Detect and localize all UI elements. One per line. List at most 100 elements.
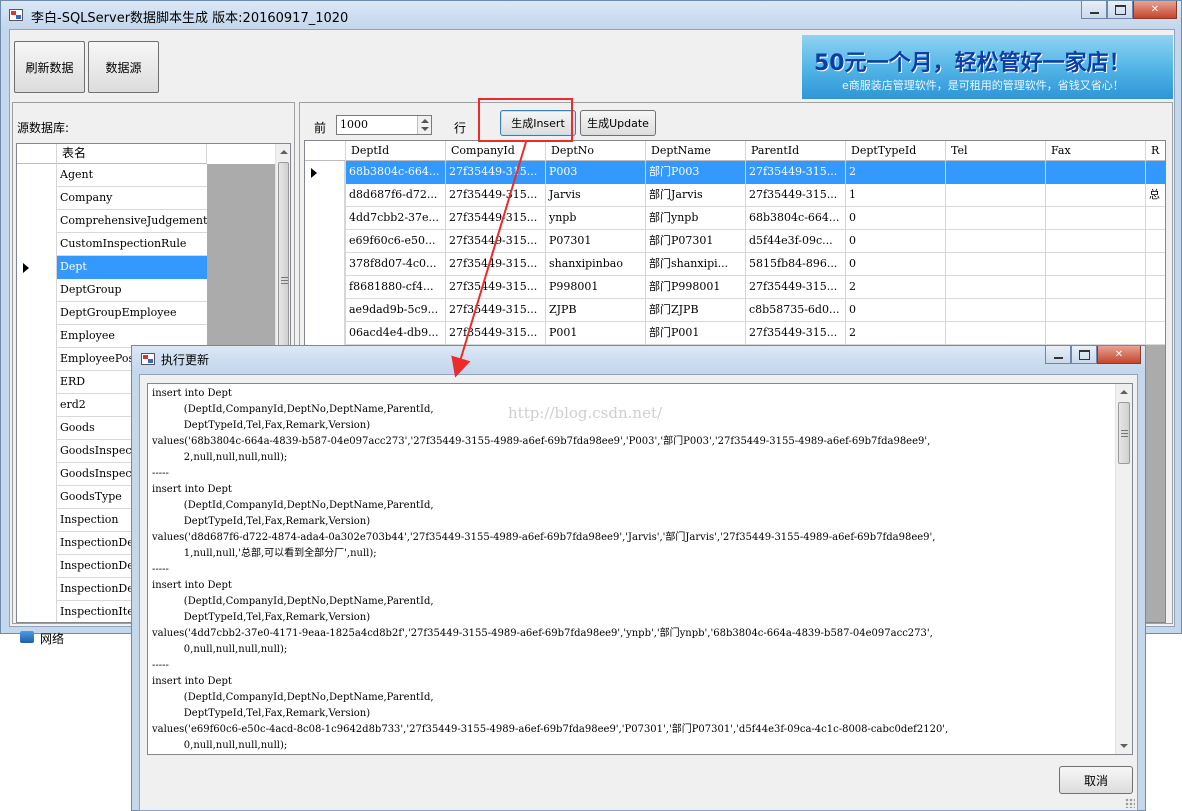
grid-cell[interactable]: ae9dad9b-5c9... — [345, 299, 445, 322]
column-header-companyid[interactable]: CompanyId — [445, 141, 545, 161]
grid-cell[interactable]: 4dd7cbb2-37e... — [345, 207, 445, 230]
grid-cell[interactable] — [945, 207, 1045, 230]
row-header[interactable] — [17, 256, 57, 279]
grid-cell[interactable]: 部门P003 — [645, 161, 745, 184]
column-header-deptid[interactable]: DeptId — [345, 141, 445, 161]
sql-script-text[interactable]: insert into Dept (DeptId,CompanyId,DeptN… — [152, 386, 1112, 754]
grid-cell[interactable] — [1045, 322, 1145, 345]
grid-cell[interactable] — [1045, 230, 1145, 253]
refresh-data-button[interactable]: 刷新数据 — [14, 41, 85, 93]
grid-cell[interactable] — [1145, 161, 1165, 184]
table-list-item[interactable]: ComprehensiveJudgement — [17, 210, 207, 233]
grid-cell[interactable]: 27f35449-315... — [445, 207, 545, 230]
grid-cell[interactable] — [1145, 207, 1165, 230]
grid-cell[interactable]: 378f8d07-4c0... — [345, 253, 445, 276]
grid-cell[interactable] — [945, 161, 1045, 184]
dialog-close-button[interactable]: ✕ — [1097, 346, 1141, 364]
grid-cell[interactable]: d8d687f6-d72... — [345, 184, 445, 207]
row-header[interactable] — [17, 578, 57, 601]
row-header[interactable] — [17, 532, 57, 555]
grid-cell[interactable] — [1045, 253, 1145, 276]
row-header[interactable] — [17, 440, 57, 463]
row-header[interactable] — [17, 509, 57, 532]
table-row[interactable]: 06acd4e4-db9... 27f35449-315... P001 部门P001… — [305, 322, 1165, 345]
table-name-cell[interactable]: Company — [57, 187, 207, 210]
grid-cell[interactable] — [945, 230, 1045, 253]
sql-scroll-up-arrow[interactable] — [1116, 384, 1132, 400]
row-header[interactable] — [305, 207, 345, 230]
row-header[interactable] — [17, 164, 57, 187]
grid-cell[interactable]: 2 — [845, 322, 945, 345]
table-name-cell[interactable]: Dept — [57, 256, 207, 279]
table-name-cell[interactable]: DeptGroup — [57, 279, 207, 302]
grid-cell[interactable]: 1 — [845, 184, 945, 207]
grid-cell[interactable]: P998001 — [545, 276, 645, 299]
column-header-depttypeid[interactable]: DeptTypeId — [845, 141, 945, 161]
grid-cell[interactable]: f8681880-cf4... — [345, 276, 445, 299]
table-list-item[interactable]: DeptGroupEmployee — [17, 302, 207, 325]
minimize-button[interactable] — [1081, 1, 1107, 19]
column-header-tel[interactable]: Tel — [945, 141, 1045, 161]
close-button[interactable]: ✕ — [1133, 1, 1177, 19]
row-header[interactable] — [17, 417, 57, 440]
table-row[interactable]: 68b3804c-664... 27f35449-315... P003 部门P003… — [305, 161, 1165, 184]
grid-cell[interactable] — [1145, 322, 1165, 345]
row-header[interactable] — [305, 184, 345, 207]
grid-cell[interactable]: P001 — [545, 322, 645, 345]
grid-cell[interactable]: 2 — [845, 276, 945, 299]
grid-cell[interactable]: 2 — [845, 161, 945, 184]
row-header[interactable] — [305, 322, 345, 345]
row-header[interactable] — [17, 187, 57, 210]
row-header[interactable] — [17, 601, 57, 622]
sql-scroll-down-arrow[interactable] — [1116, 738, 1132, 754]
row-header[interactable] — [17, 325, 57, 348]
grid-cell[interactable]: 27f35449-315... — [445, 230, 545, 253]
ad-banner[interactable]: 50元一个月，轻松管好一家店！ e商服装店管理软件，是可租用的管理软件，省钱又省… — [802, 35, 1173, 99]
sql-output-textarea[interactable]: insert into Dept (DeptId,CompanyId,DeptN… — [147, 383, 1133, 755]
main-titlebar[interactable]: 李白-SQLServer数据脚本生成 版本:20160917_1020 ✕ — [1, 1, 1181, 29]
row-header[interactable] — [17, 486, 57, 509]
table-name-cell[interactable]: DeptGroupEmployee — [57, 302, 207, 325]
grid-cell[interactable]: 27f35449-315... — [745, 184, 845, 207]
grid-cell[interactable]: 部门shanxipi... — [645, 253, 745, 276]
row-header[interactable] — [305, 253, 345, 276]
grid-cell[interactable] — [1145, 230, 1165, 253]
column-header-r[interactable]: R — [1145, 141, 1165, 161]
grid-cell[interactable] — [1045, 299, 1145, 322]
grid-cell[interactable]: 部门ynpb — [645, 207, 745, 230]
row-header[interactable] — [305, 161, 345, 184]
row-header[interactable] — [17, 210, 57, 233]
row-header[interactable] — [305, 230, 345, 253]
grid-cell[interactable]: c8b58735-6d0... — [745, 299, 845, 322]
dialog-maximize-button[interactable] — [1071, 346, 1097, 364]
grid-cell[interactable] — [1045, 184, 1145, 207]
column-header-table-name[interactable]: 表名 — [57, 144, 207, 164]
datasource-button[interactable]: 数据源 — [88, 41, 159, 93]
table-list-item[interactable]: DeptGroup — [17, 279, 207, 302]
row-header[interactable] — [17, 394, 57, 417]
table-list-item[interactable]: CustomInspectionRule — [17, 233, 207, 256]
grid-cell[interactable]: 68b3804c-664... — [745, 207, 845, 230]
dialog-titlebar[interactable]: 执行更新 ✕ — [132, 346, 1145, 372]
grid-cell[interactable]: 68b3804c-664... — [345, 161, 445, 184]
row-header[interactable] — [305, 299, 345, 322]
grid-cell[interactable]: 27f35449-315... — [445, 184, 545, 207]
row-header[interactable] — [17, 302, 57, 325]
table-row[interactable]: d8d687f6-d72... 27f35449-315... Jarvis 部门Ja… — [305, 184, 1165, 207]
row-count-spinner[interactable] — [417, 116, 431, 134]
table-row[interactable]: 4dd7cbb2-37e... 27f35449-315... ynpb 部门ynpb… — [305, 207, 1165, 230]
grid-cell[interactable]: 27f35449-315... — [745, 276, 845, 299]
grid-cell[interactable] — [1045, 161, 1145, 184]
grid-cell[interactable]: 27f35449-315... — [745, 161, 845, 184]
grid-cell[interactable] — [945, 276, 1045, 299]
column-header-parentid[interactable]: ParentId — [745, 141, 845, 161]
grid-cell[interactable] — [945, 253, 1045, 276]
grid-cell[interactable]: 27f35449-315... — [445, 161, 545, 184]
row-header[interactable] — [17, 279, 57, 302]
table-row[interactable]: f8681880-cf4... 27f35449-315... P998001 部门P… — [305, 276, 1165, 299]
grid-cell[interactable]: 27f35449-315... — [445, 299, 545, 322]
table-name-cell[interactable]: ComprehensiveJudgement — [57, 210, 207, 233]
grid-cell[interactable]: ZJPB — [545, 299, 645, 322]
row-count-input[interactable]: 1000 — [336, 115, 432, 135]
grid-cell[interactable]: 27f35449-315... — [445, 253, 545, 276]
